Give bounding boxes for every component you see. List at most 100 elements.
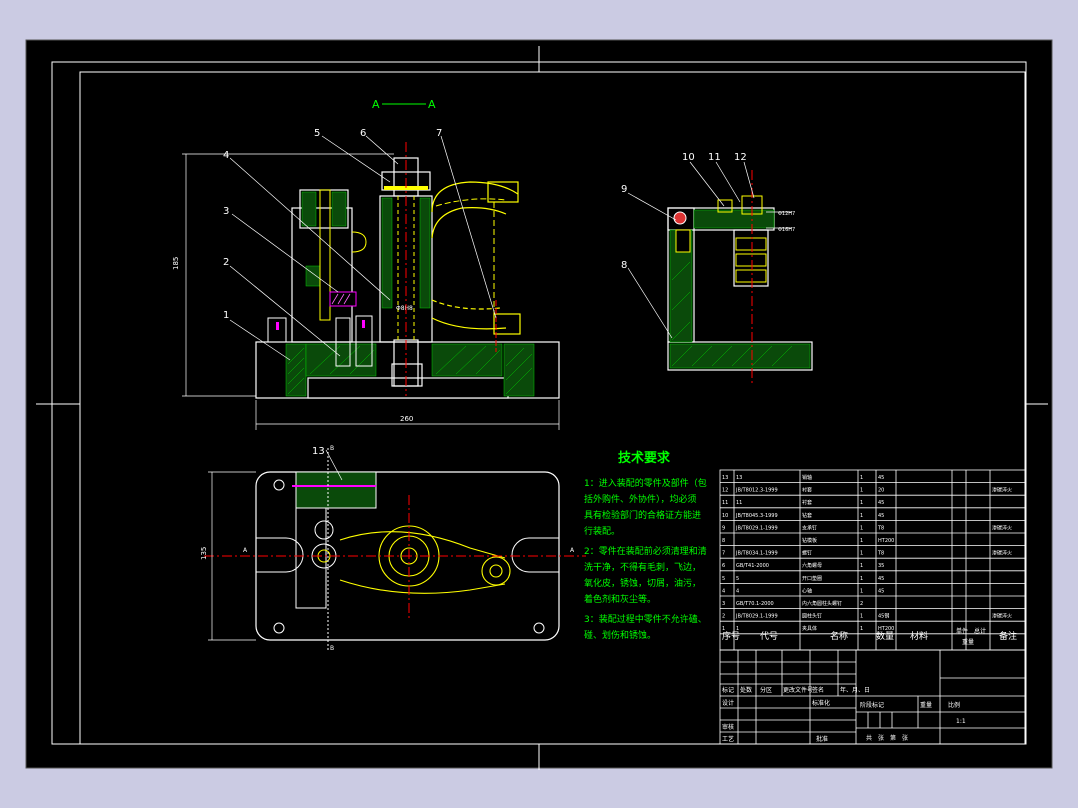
tech-req-line: 氧化皮，锈蚀，切屑，油污， <box>584 577 701 589</box>
bom-cell-qty: 1 <box>860 588 863 594</box>
balloon-12: 12 <box>734 152 747 163</box>
section-label-right: A <box>428 98 436 111</box>
tb-process: 工艺 <box>722 735 734 743</box>
bom-cell-name: 销轴 <box>802 474 812 481</box>
bom-cell-name: 钻模板 <box>802 537 817 544</box>
bom-cell-note: 渗碳淬火 <box>992 550 1012 557</box>
bom-cell-no: 13 <box>722 475 728 481</box>
balloon-7: 7 <box>436 128 442 139</box>
bom-cell-code: JB/T8034.1-1999 <box>735 551 778 557</box>
plan-top-block <box>295 471 377 509</box>
tb-stage: 阶段标记 <box>860 701 884 709</box>
balloon-10: 10 <box>682 152 695 163</box>
dimension-height: 185 <box>172 257 180 270</box>
balloon-13: 13 <box>312 446 325 457</box>
support-pin <box>673 211 687 225</box>
tb-mark: 标记 <box>722 686 734 694</box>
bom-header-total: 总计 <box>974 627 986 635</box>
bom-cell-code: 13 <box>736 475 742 481</box>
bom-cell-name: 圆柱头钉 <box>802 613 822 620</box>
bom-cell-code: JB/T8029.1-1999 <box>735 614 778 620</box>
tech-req-line: 碰、划伤和锈蚀。 <box>584 629 656 641</box>
bom-header-unit: 单件 <box>956 627 968 635</box>
bom-header-qty: 数量 <box>876 630 894 642</box>
bom-cell-note: 渗碳淬火 <box>992 613 1012 620</box>
tb-date: 年、月、日 <box>840 686 870 694</box>
bom-cell-name: 夹具体 <box>802 625 817 632</box>
bom-cell-mat: 45 <box>878 576 884 582</box>
bom-cell-mat: 45钢 <box>878 613 889 620</box>
balloon-6: 6 <box>360 128 366 139</box>
tech-req-title: 技术要求 <box>618 450 671 466</box>
bom-cell-qty: 1 <box>860 551 863 557</box>
tech-req-line: 着色剂和灰尘等。 <box>584 593 656 605</box>
bom-cell-qty: 1 <box>860 614 863 620</box>
balloon-5: 5 <box>314 128 320 139</box>
bom-header-note: 备注 <box>999 630 1017 642</box>
bom-cell-name: 衬套 <box>802 487 812 494</box>
tb-standard: 标准化 <box>812 699 830 707</box>
tech-req-line: 1：进入装配的零件及部件（包 <box>584 477 707 489</box>
bom-cell-no: 6 <box>722 563 725 569</box>
tech-req-line: 括外购件、外协件），均必须 <box>584 493 697 505</box>
bom-cell-no: 4 <box>722 588 725 594</box>
cut-mark-top: B <box>330 445 334 452</box>
model-space <box>25 39 1053 769</box>
bom-cell-qty: 1 <box>860 488 863 494</box>
tech-req-line: 2：零件在装配前必须清理和清 <box>584 545 707 557</box>
bom-cell-qty: 1 <box>860 538 863 544</box>
bom-cell-mat: HT200 <box>878 538 894 544</box>
tb-sign: 签名 <box>812 686 824 694</box>
bom-cell-name: 心轴 <box>802 587 812 594</box>
bom-cell-qty: 2 <box>860 601 863 607</box>
bom-cell-no: 2 <box>722 614 725 620</box>
balloon-11: 11 <box>708 152 721 163</box>
tb-count: 处数 <box>740 686 752 694</box>
bom-cell-qty: 1 <box>860 500 863 506</box>
bom-cell-no: 3 <box>722 601 725 607</box>
spring-pin <box>329 291 357 307</box>
bom-cell-no: 11 <box>722 500 728 506</box>
bom-cell-no: 7 <box>722 551 725 557</box>
bom-cell-mat: 35 <box>878 563 884 569</box>
balloon-8: 8 <box>621 260 627 271</box>
balloon-9: 9 <box>621 184 627 195</box>
bom-cell-name: 开口垫圈 <box>802 575 822 582</box>
bom-cell-name: 衬套 <box>802 499 812 506</box>
bom-header-weight: 重量 <box>962 638 974 646</box>
tech-req-line: 洗干净，不得有毛刺，飞边， <box>584 561 701 573</box>
bom-cell-code: JB/T8029.1-1999 <box>735 525 778 531</box>
bom-cell-qty: 1 <box>860 475 863 481</box>
tech-req-line: 3：装配过程中零件不允许磕、 <box>584 613 707 625</box>
tb-sheets: 共 张 第 张 <box>866 734 908 742</box>
bom-cell-mat: T8 <box>877 525 884 531</box>
bom-cell-name: 螺钉 <box>802 550 812 557</box>
cad-drawing-canvas: A A Φ8H8 185 260 1 2 3 4 5 6 7 Φ12H7 Φ16… <box>25 39 1053 770</box>
bom-cell-no: 9 <box>722 525 725 531</box>
bom-cell-mat: 45 <box>878 500 884 506</box>
bom-cell-name: 支承钉 <box>802 524 817 531</box>
bom-cell-no: 12 <box>722 488 728 494</box>
adjust-screw <box>675 229 691 253</box>
bom-cell-mat: 20 <box>878 488 884 494</box>
balloon-2: 2 <box>223 257 229 268</box>
section-label-left: A <box>372 98 380 111</box>
tb-approve: 批准 <box>816 735 828 743</box>
tb-change-no: 更改文件号 <box>783 686 813 694</box>
bom-cell-no: 10 <box>722 513 728 519</box>
hole-dimension: Φ8H8 <box>396 305 413 312</box>
balloon-3: 3 <box>223 206 229 217</box>
tb-design: 设计 <box>722 699 734 707</box>
tech-req-line: 具有检验部门的合格证方能进 <box>584 509 701 521</box>
bom-cell-qty: 1 <box>860 563 863 569</box>
tb-zone: 分区 <box>760 686 772 694</box>
bom-cell-code: GB/T41-2000 <box>736 563 769 569</box>
bom-cell-qty: 1 <box>860 525 863 531</box>
bom-cell-mat: 45 <box>878 513 884 519</box>
bom-cell-name: 钻套 <box>802 512 812 519</box>
bom-header-no: 序号 <box>722 630 740 642</box>
bom-cell-mat: 45 <box>878 588 884 594</box>
bom-cell-note: 渗碳淬火 <box>992 524 1012 531</box>
bom-header-code: 代号 <box>760 631 778 642</box>
bom-cell-code: 11 <box>736 500 742 506</box>
